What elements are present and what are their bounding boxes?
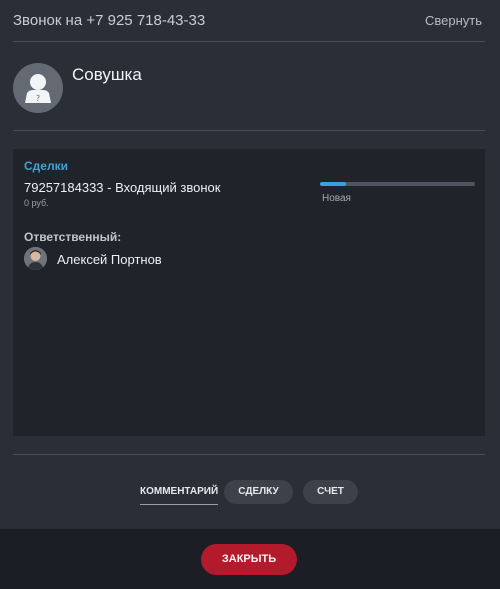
- deals-panel: Сделки 79257184333 - Входящий звонок 0 р…: [13, 149, 485, 436]
- deal-stage-label: Новая: [322, 193, 351, 204]
- user-avatar: [24, 247, 47, 270]
- responsible-label: Ответственный:: [24, 230, 122, 244]
- deal-title-link[interactable]: 79257184333 - Входящий звонок: [24, 180, 220, 195]
- panel-divider: [13, 454, 485, 455]
- contact-divider: [13, 130, 485, 131]
- comment-tab-label: КОММЕНТАРИЙ: [140, 486, 219, 497]
- active-tab-underline: [140, 504, 219, 505]
- collapse-button[interactable]: Свернуть: [425, 13, 482, 28]
- comment-tab[interactable]: КОММЕНТАРИЙ: [140, 480, 219, 505]
- call-title: Звонок на +7 925 718-43-33: [13, 12, 206, 29]
- deal-stage-progress: [320, 182, 475, 186]
- deal-stage-progress-fill: [320, 182, 347, 186]
- header-divider: [13, 41, 485, 42]
- contact-name[interactable]: Совушка: [72, 65, 142, 85]
- footer: ЗАКРЫТЬ: [0, 529, 500, 589]
- deal-amount: 0 руб.: [24, 198, 49, 208]
- action-bar: КОММЕНТАРИЙ СДЕЛКУ СЧЕТ: [0, 480, 500, 505]
- close-button[interactable]: ЗАКРЫТЬ: [201, 544, 297, 575]
- deal-button[interactable]: СДЕЛКУ: [224, 480, 293, 504]
- unknown-person-icon: ?: [13, 63, 63, 113]
- svg-text:?: ?: [36, 94, 40, 103]
- invoice-button[interactable]: СЧЕТ: [303, 480, 358, 504]
- responsible-user-name[interactable]: Алексей Портнов: [57, 252, 162, 267]
- deals-heading: Сделки: [24, 159, 68, 173]
- call-header: Звонок на +7 925 718-43-33 Свернуть: [0, 0, 500, 42]
